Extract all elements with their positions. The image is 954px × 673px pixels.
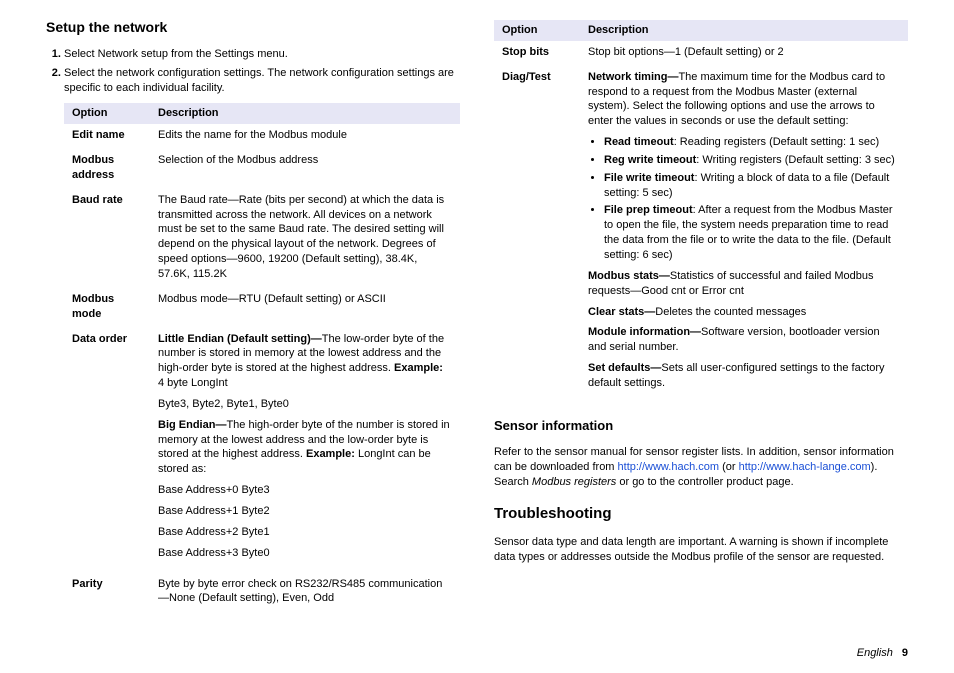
example-label: Example: (394, 362, 443, 374)
modbus-stats-label: Modbus stats— (588, 270, 670, 282)
big-endian-label: Big Endian— (158, 419, 226, 431)
th-option: Option (494, 20, 580, 41)
heading-sensor-information: Sensor information (494, 417, 908, 435)
step-2: Select the network configuration setting… (64, 66, 460, 96)
set-defaults-label: Set defaults— (588, 362, 661, 374)
opt-parity: Parity (64, 573, 150, 613)
bullet-t: : Writing registers (Default setting: 3 … (696, 154, 894, 166)
sensor-italic: Modbus registers (532, 476, 616, 488)
little-endian-label: Little Endian (Default setting)— (158, 333, 322, 345)
list-item: Read timeout: Reading registers (Default… (604, 135, 900, 150)
desc-parity: Byte by byte error check on RS232/RS485 … (150, 573, 460, 613)
list-item: Reg write timeout: Writing registers (De… (604, 153, 900, 168)
page: Setup the network Select Network setup f… (0, 0, 954, 673)
table-row: Data order Little Endian (Default settin… (64, 328, 460, 573)
footer-page-number: 9 (902, 647, 908, 659)
opt-edit-name: Edit name (64, 124, 150, 149)
right-column: Option Description Stop bits Stop bit op… (494, 18, 908, 642)
table-header-row: Option Description (64, 103, 460, 124)
table-row: Modbus address Selection of the Modbus a… (64, 149, 460, 189)
big-line-2: Base Address+2 Byte1 (158, 525, 452, 540)
heading-setup-network: Setup the network (46, 18, 460, 37)
opt-data-order: Data order (64, 328, 150, 573)
list-item: File write timeout: Writing a block of d… (604, 171, 900, 201)
diag-bullets: Read timeout: Reading registers (Default… (588, 135, 900, 263)
th-description: Description (150, 103, 460, 124)
table-row: Parity Byte by byte error check on RS232… (64, 573, 460, 613)
opt-modbus-address: Modbus address (64, 149, 150, 189)
desc-data-order: Little Endian (Default setting)—The low-… (150, 328, 460, 573)
little-ex-line: Byte3, Byte2, Byte1, Byte0 (158, 397, 452, 412)
network-timing-label: Network timing— (588, 71, 678, 83)
footer-language: English (857, 647, 893, 659)
opt-diag-test: Diag/Test (494, 66, 580, 403)
module-info-label: Module information— (588, 326, 701, 338)
heading-troubleshooting: Troubleshooting (494, 504, 908, 524)
step-1: Select Network setup from the Settings m… (64, 47, 460, 62)
page-footer: English 9 (46, 642, 908, 661)
th-option: Option (64, 103, 150, 124)
bullet-t: : Reading registers (Default setting: 1 … (674, 136, 879, 148)
desc-baud-rate: The Baud rate—Rate (bits per second) at … (150, 189, 460, 288)
troubleshooting-paragraph: Sensor data type and data length are imp… (494, 535, 908, 565)
desc-edit-name: Edits the name for the Modbus module (150, 124, 460, 149)
desc-stop-bits: Stop bit options—1 (Default setting) or … (580, 41, 908, 66)
setup-steps: Select Network setup from the Settings m… (46, 47, 460, 96)
left-column: Setup the network Select Network setup f… (46, 18, 460, 642)
desc-modbus-address: Selection of the Modbus address (150, 149, 460, 189)
sensor-paragraph: Refer to the sensor manual for sensor re… (494, 445, 908, 490)
opt-modbus-mode: Modbus mode (64, 288, 150, 328)
desc-modbus-mode: Modbus mode—RTU (Default setting) or ASC… (150, 288, 460, 328)
sensor-text-b: (or (719, 461, 739, 473)
big-line-0: Base Address+0 Byte3 (158, 483, 452, 498)
options-table-left: Option Description Edit name Edits the n… (64, 103, 460, 612)
table-header-row: Option Description (494, 20, 908, 41)
sensor-text-d: or go to the controller product page. (616, 476, 793, 488)
table-row: Edit name Edits the name for the Modbus … (64, 124, 460, 149)
opt-baud-rate: Baud rate (64, 189, 150, 288)
bullet-b: Reg write timeout (604, 154, 696, 166)
desc-diag-test: Network timing—The maximum time for the … (580, 66, 908, 403)
link-hach[interactable]: http://www.hach.com (618, 461, 720, 473)
clear-stats-text: Deletes the counted messages (655, 306, 806, 318)
bullet-b: File prep timeout (604, 204, 693, 216)
th-description: Description (580, 20, 908, 41)
columns: Setup the network Select Network setup f… (46, 18, 908, 642)
bullet-b: File write timeout (604, 172, 694, 184)
clear-stats-label: Clear stats— (588, 306, 655, 318)
big-line-3: Base Address+3 Byte0 (158, 546, 452, 561)
little-ex-intro: 4 byte LongInt (158, 377, 228, 389)
opt-stop-bits: Stop bits (494, 41, 580, 66)
options-table-right: Option Description Stop bits Stop bit op… (494, 20, 908, 403)
link-hach-lange[interactable]: http://www.hach-lange.com (739, 461, 871, 473)
table-row: Stop bits Stop bit options—1 (Default se… (494, 41, 908, 66)
table-row: Modbus mode Modbus mode—RTU (Default set… (64, 288, 460, 328)
bullet-b: Read timeout (604, 136, 674, 148)
table-row: Diag/Test Network timing—The maximum tim… (494, 66, 908, 403)
big-line-1: Base Address+1 Byte2 (158, 504, 452, 519)
list-item: File prep timeout: After a request from … (604, 203, 900, 262)
example-label-2: Example: (306, 448, 355, 460)
table-row: Baud rate The Baud rate—Rate (bits per s… (64, 189, 460, 288)
